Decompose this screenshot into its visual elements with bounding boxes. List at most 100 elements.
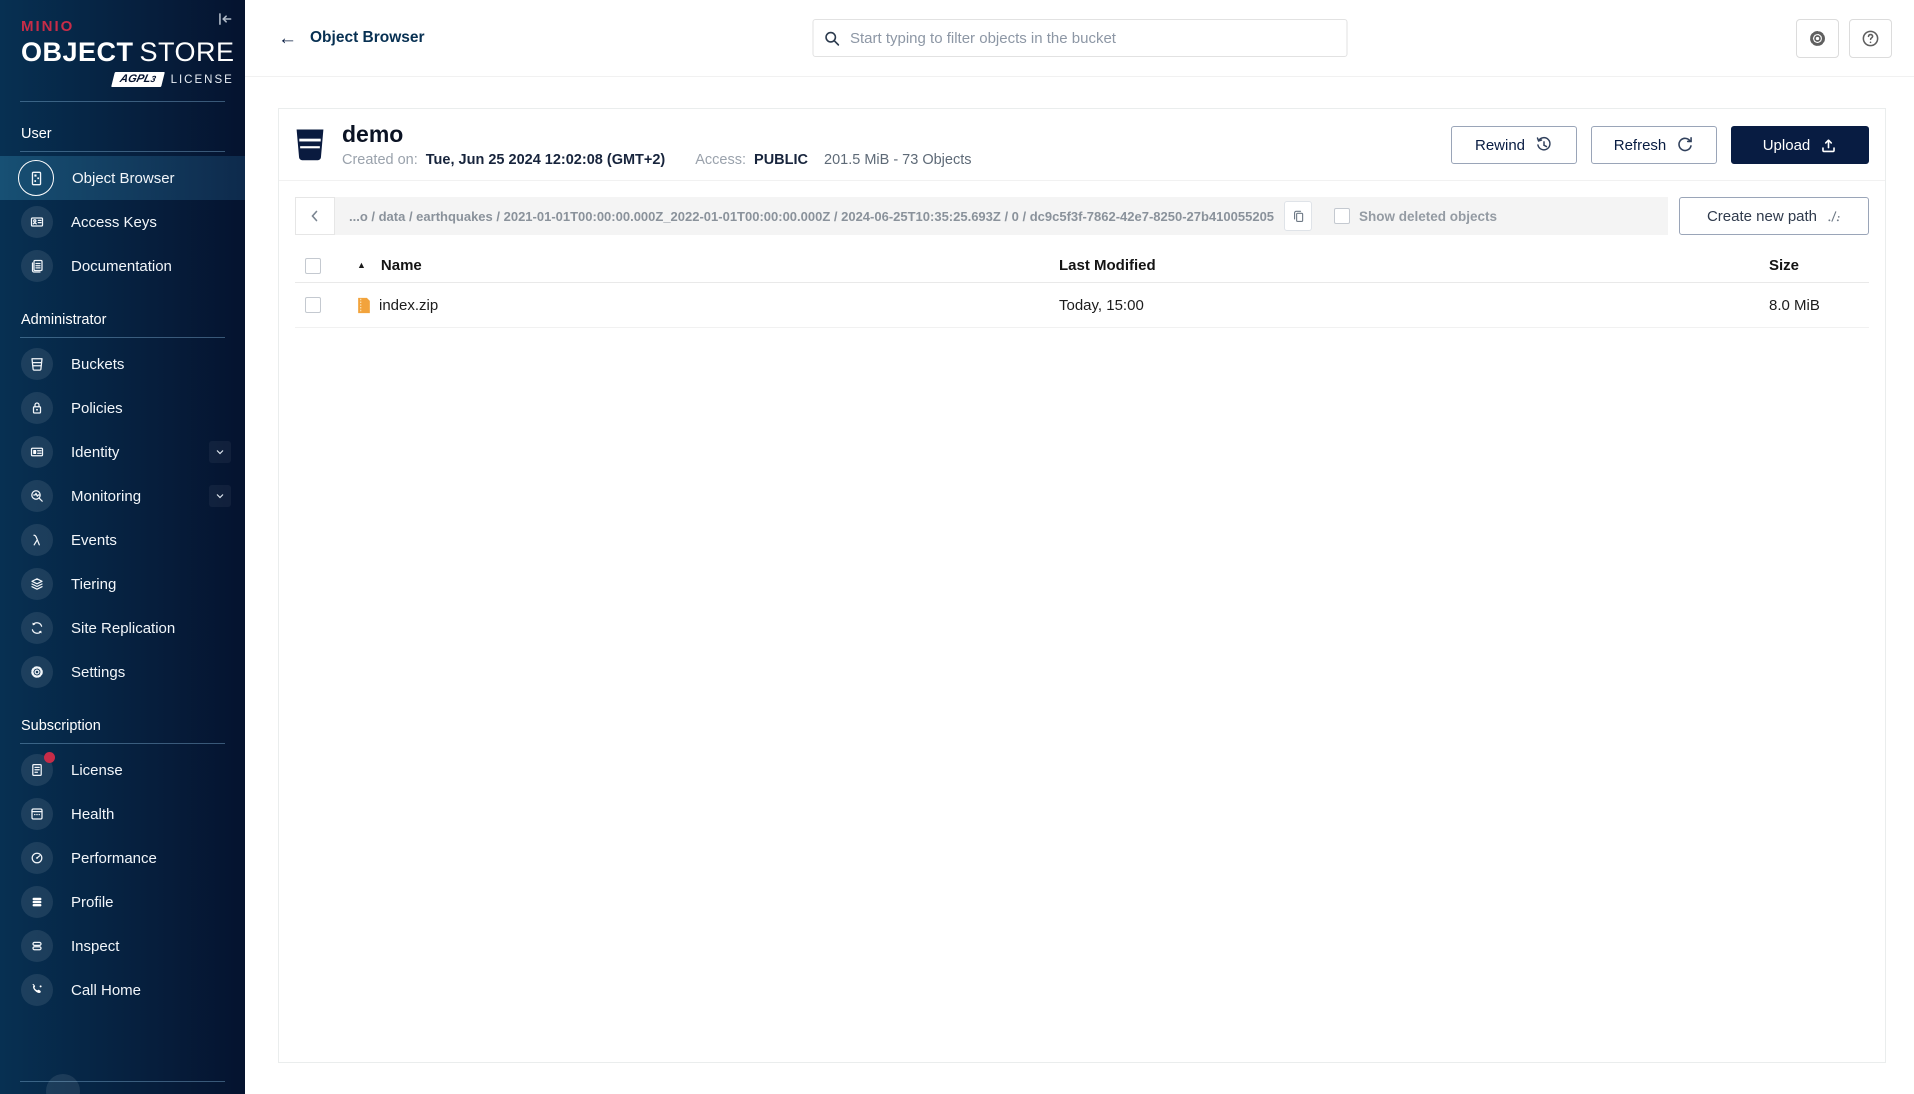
monitoring-icon xyxy=(21,480,53,512)
performance-icon xyxy=(21,842,53,874)
section-label-administrator: Administrator xyxy=(21,312,107,328)
copy-icon xyxy=(1293,210,1303,222)
search-input[interactable] xyxy=(850,29,1336,47)
row-checkbox[interactable] xyxy=(305,297,321,314)
access-keys-icon xyxy=(21,206,53,238)
object-name[interactable]: index.zip xyxy=(379,297,438,314)
refresh-icon xyxy=(1678,137,1693,152)
object-browser-icon xyxy=(18,160,54,196)
upload-button[interactable]: Upload xyxy=(1731,126,1869,165)
sidebar-item-monitoring[interactable]: Monitoring xyxy=(0,474,245,518)
sort-asc-icon: ▲ xyxy=(357,259,366,270)
column-header-size[interactable]: Size xyxy=(1769,257,1869,274)
sidebar-item-call-home[interactable]: Call Home xyxy=(0,968,245,1012)
created-label: Created on: xyxy=(342,152,418,169)
object-size: 8.0 MiB xyxy=(1769,296,1820,314)
search-icon xyxy=(824,31,839,46)
zip-file-icon xyxy=(358,297,370,313)
chevron-down-icon[interactable] xyxy=(209,485,231,507)
gear-icon xyxy=(1810,30,1825,46)
table-row[interactable]: index.zip Today, 15:00 8.0 MiB xyxy=(295,283,1869,329)
sidebar-item-settings[interactable]: Settings xyxy=(0,650,245,694)
settings-button[interactable] xyxy=(1796,18,1839,58)
product-wordmark: OBJECT STORE xyxy=(21,37,235,67)
back-arrow-icon: ← xyxy=(278,27,297,49)
sidebar-section-subscription: Subscription License Health Performance xyxy=(0,718,245,1012)
logo-divider xyxy=(20,101,225,102)
events-icon xyxy=(21,524,53,556)
column-header-last-modified[interactable]: Last Modified xyxy=(1059,257,1769,274)
object-filter-search xyxy=(812,19,1347,57)
show-deleted-toggle: Show deleted objects xyxy=(1334,208,1497,225)
minio-wordmark: MINIO xyxy=(21,18,75,35)
upload-icon xyxy=(1822,139,1836,152)
sidebar-item-health[interactable]: Health xyxy=(0,792,245,836)
rewind-button[interactable]: Rewind xyxy=(1451,126,1577,165)
call-home-icon xyxy=(21,974,53,1006)
sidebar-item-object-browser[interactable]: Object Browser xyxy=(0,156,245,200)
sidebar-item-tiering[interactable]: Tiering xyxy=(0,562,245,606)
sidebar-item-inspect[interactable]: Inspect xyxy=(0,924,245,968)
license-icon xyxy=(21,752,55,786)
profile-icon xyxy=(21,886,53,918)
sidebar-item-documentation[interactable]: Documentation xyxy=(0,244,245,288)
section-label-subscription: Subscription xyxy=(21,718,101,734)
bucket-name: demo xyxy=(342,121,404,147)
copy-path-button[interactable] xyxy=(1284,201,1313,232)
access-label: Access: xyxy=(695,152,747,169)
bucket-meta: Created on: Tue, Jun 25 2024 12:02:08 (G… xyxy=(342,152,972,168)
policies-icon xyxy=(21,392,53,424)
sidebar-item-buckets[interactable]: Buckets xyxy=(0,342,245,386)
tiering-icon xyxy=(21,568,53,600)
rewind-icon xyxy=(1536,137,1551,151)
show-deleted-checkbox[interactable] xyxy=(1334,208,1351,225)
object-browser-back-link[interactable]: ← Object Browser xyxy=(278,29,425,48)
buckets-icon xyxy=(21,348,53,380)
sidebar-item-access-keys[interactable]: Access Keys xyxy=(0,200,245,244)
objects-table: ▲ Name Last Modified Size index.zip Toda… xyxy=(295,249,1869,329)
health-icon xyxy=(21,798,53,830)
sidebar-item-identity[interactable]: Identity xyxy=(0,430,245,474)
section-divider xyxy=(20,743,225,744)
sidebar-section-administrator: Administrator Buckets Policies Identity xyxy=(0,312,245,694)
bucket-icon xyxy=(296,129,324,161)
bucket-browser-card: demo Created on: Tue, Jun 25 2024 12:02:… xyxy=(278,108,1886,1063)
settings-icon xyxy=(21,656,53,688)
sidebar-bottom-stub-icon xyxy=(46,1074,80,1094)
sidebar-item-performance[interactable]: Performance xyxy=(0,836,245,880)
breadcrumb[interactable]: ...o / data / earthquakes / 2021-01-01T0… xyxy=(349,209,1274,224)
bucket-usage: 201.5 MiB - 73 Objects xyxy=(824,152,972,169)
sidebar-bottom-divider xyxy=(20,1074,225,1094)
license-alert-dot xyxy=(44,752,55,763)
topbar: ← Object Browser xyxy=(245,0,1914,77)
chevron-left-icon xyxy=(311,210,318,222)
chevron-down-icon[interactable] xyxy=(209,441,231,463)
bucket-header: demo Created on: Tue, Jun 25 2024 12:02:… xyxy=(279,109,1885,182)
license-badge: AGPL3 LICENSE xyxy=(111,72,245,87)
section-divider xyxy=(20,337,225,338)
collapse-sidebar-icon[interactable] xyxy=(215,10,235,30)
breadcrumb-back-button[interactable] xyxy=(295,197,335,236)
object-last-modified: Today, 15:00 xyxy=(1059,296,1144,314)
sidebar-item-profile[interactable]: Profile xyxy=(0,880,245,924)
site-replication-icon xyxy=(21,612,53,644)
browse-toolbar: ...o / data / earthquakes / 2021-01-01T0… xyxy=(295,197,1869,236)
access-value: PUBLIC xyxy=(754,152,809,169)
sidebar-item-site-replication[interactable]: Site Replication xyxy=(0,606,245,650)
section-divider xyxy=(20,151,225,152)
select-all-checkbox[interactable] xyxy=(305,257,321,274)
sidebar-item-policies[interactable]: Policies xyxy=(0,386,245,430)
show-deleted-label[interactable]: Show deleted objects xyxy=(1359,209,1497,224)
sidebar: MINIO OBJECT STORE AGPL3 LICENSE User Obj… xyxy=(0,0,245,1094)
minio-logo: MINIO OBJECT STORE AGPL3 LICENSE xyxy=(0,0,245,87)
column-header-name[interactable]: Name xyxy=(381,257,422,274)
sidebar-item-events[interactable]: Events xyxy=(0,518,245,562)
create-path-icon xyxy=(1828,211,1840,222)
sidebar-item-license[interactable]: License xyxy=(0,748,245,792)
created-value: Tue, Jun 25 2024 12:02:08 (GMT+2) xyxy=(425,152,666,169)
inspect-icon xyxy=(21,930,53,962)
help-icon xyxy=(1862,30,1879,46)
refresh-button[interactable]: Refresh xyxy=(1591,126,1717,165)
help-button[interactable] xyxy=(1849,18,1892,58)
create-new-path-button[interactable]: Create new path xyxy=(1679,197,1869,236)
